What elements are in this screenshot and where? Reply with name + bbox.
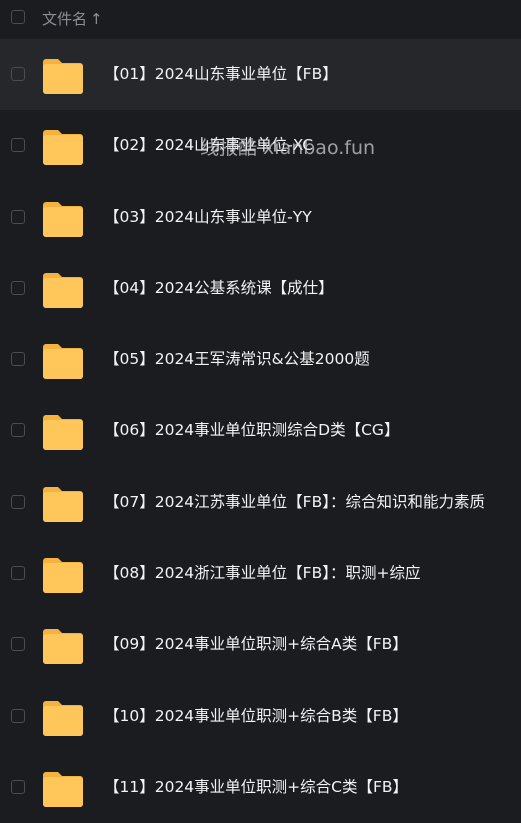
column-label-filename: 文件名 xyxy=(42,10,88,28)
folder-icon xyxy=(43,127,83,166)
folder-row[interactable]: 【08】2024浙江事业单位【FB】：职测+综应 xyxy=(0,538,521,609)
folder-row[interactable]: 【04】2024公基系统课【成仕】 xyxy=(0,253,521,324)
folder-icon xyxy=(43,626,83,665)
folder-name[interactable]: 【10】2024事业单位职测+综合B类【FB】 xyxy=(104,681,408,752)
folder-icon xyxy=(43,555,83,594)
folder-icon xyxy=(43,698,83,736)
folder-name[interactable]: 【06】2024事业单位职测综合D类【CG】 xyxy=(104,395,399,466)
folder-row[interactable]: 【05】2024王军涛常识&公基2000题 xyxy=(0,324,521,395)
row-checkbox[interactable] xyxy=(11,67,25,81)
row-checkbox[interactable] xyxy=(11,566,25,581)
folder-row[interactable]: 【10】2024事业单位职测+综合B类【FB】 xyxy=(0,681,521,752)
folder-name[interactable]: 【03】2024山东事业单位-YY xyxy=(104,182,312,253)
folder-name[interactable]: 【02】2024山东事业单位-XC xyxy=(104,110,313,181)
row-checkbox[interactable] xyxy=(11,280,25,295)
folder-icon xyxy=(43,270,83,308)
select-all-checkbox[interactable] xyxy=(11,10,25,24)
row-checkbox[interactable] xyxy=(11,779,25,794)
folder-icon xyxy=(43,199,83,237)
folder-row[interactable]: 【09】2024事业单位职测+综合A类【FB】 xyxy=(0,609,521,680)
folder-name[interactable]: 【04】2024公基系统课【成仕】 xyxy=(104,253,334,324)
row-checkbox[interactable] xyxy=(11,209,25,224)
row-checkbox[interactable] xyxy=(11,637,25,652)
row-checkbox[interactable] xyxy=(11,138,25,153)
folder-name[interactable]: 【09】2024事业单位职测+综合A类【FB】 xyxy=(104,609,408,680)
file-list-header: 文件名 ↑ xyxy=(0,0,521,38)
folder-row[interactable]: 【07】2024江苏事业单位【FB】：综合知识和能力素质 xyxy=(0,467,521,538)
folder-name[interactable]: 【01】2024山东事业单位【FB】 xyxy=(104,39,338,110)
folder-row[interactable]: 【01】2024山东事业单位【FB】 xyxy=(0,39,521,111)
folder-row[interactable]: 【06】2024事业单位职测综合D类【CG】 xyxy=(0,395,521,466)
folder-name[interactable]: 【07】2024江苏事业单位【FB】：综合知识和能力素质 xyxy=(104,467,485,538)
folder-name[interactable]: 【11】2024事业单位职测+综合C类【FB】 xyxy=(104,752,408,823)
folder-icon xyxy=(43,484,83,522)
folder-name[interactable]: 【05】2024王军涛常识&公基2000题 xyxy=(104,324,370,395)
sort-by-name-button[interactable]: 文件名 ↑ xyxy=(42,8,103,29)
folder-row[interactable]: 【11】2024事业单位职测+综合C类【FB】 xyxy=(0,752,521,823)
folder-name[interactable]: 【08】2024浙江事业单位【FB】：职测+综应 xyxy=(104,538,420,609)
row-checkbox[interactable] xyxy=(11,708,25,723)
folder-icon xyxy=(43,341,83,380)
folder-icon xyxy=(43,412,83,451)
folder-row[interactable]: 【03】2024山东事业单位-YY xyxy=(0,182,521,253)
row-checkbox[interactable] xyxy=(11,423,25,438)
folder-row[interactable]: 【02】2024山东事业单位-XC xyxy=(0,110,521,181)
row-checkbox[interactable] xyxy=(11,494,25,509)
row-checkbox[interactable] xyxy=(11,352,25,367)
file-list: 【01】2024山东事业单位【FB】 【02】2024山东事业单位-XC 【03… xyxy=(0,39,521,823)
folder-icon xyxy=(43,56,83,94)
sort-ascending-icon: ↑ xyxy=(90,9,103,28)
folder-icon xyxy=(43,769,83,807)
